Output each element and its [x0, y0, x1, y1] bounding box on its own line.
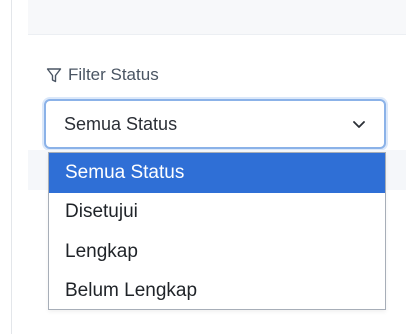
filter-icon [46, 67, 62, 84]
status-select-value: Semua Status [64, 113, 178, 134]
status-dropdown-list: Semua Status Disetujui Lengkap Belum Len… [48, 152, 386, 310]
chevron-down-icon [352, 120, 366, 129]
status-option-label: Belum Lengkap [65, 280, 198, 302]
filter-panel: Filter Status Semua Status Semua Status … [0, 0, 406, 334]
status-option-label: Disetujui [65, 201, 138, 223]
filter-status-label-text: Filter Status [68, 65, 159, 84]
status-option-label: Lengkap [65, 240, 138, 262]
status-option-label: Semua Status [65, 161, 185, 183]
filter-status-label: Filter Status [46, 62, 159, 88]
status-select[interactable]: Semua Status [44, 99, 386, 149]
status-option-semua-status[interactable]: Semua Status [49, 153, 385, 193]
status-option-disetujui[interactable]: Disetujui [49, 193, 385, 233]
panel-header-strip [28, 0, 406, 35]
status-option-belum-lengkap[interactable]: Belum Lengkap [49, 272, 385, 312]
status-option-lengkap[interactable]: Lengkap [49, 232, 385, 272]
